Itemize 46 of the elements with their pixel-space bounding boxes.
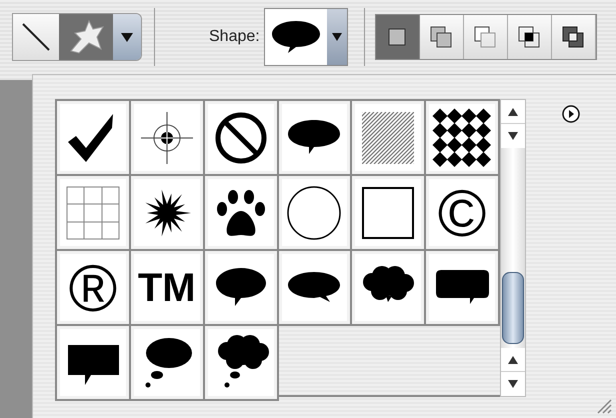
shape-swatch[interactable]: ® [57, 251, 129, 324]
speech-bubble-icon [270, 19, 322, 55]
blob-shape-icon [67, 19, 105, 55]
play-circle-icon[interactable] [562, 105, 580, 123]
shape-swatch[interactable]: © [426, 176, 498, 249]
shape-swatch[interactable] [278, 176, 350, 249]
shape-swatch[interactable] [204, 326, 276, 399]
shape-swatch[interactable] [352, 251, 424, 324]
up-arrow-icon[interactable] [508, 108, 518, 116]
area-mode-button[interactable] [508, 15, 552, 59]
shape-swatch[interactable] [278, 101, 350, 174]
shape-swatch[interactable] [130, 176, 203, 249]
area-mode-button[interactable] [376, 15, 420, 59]
up-arrow-icon[interactable] [508, 356, 518, 364]
exclude-area-icon [560, 24, 586, 50]
shape-swatch[interactable] [278, 251, 350, 324]
shape-picker[interactable] [264, 8, 348, 66]
shape-swatch[interactable] [426, 101, 498, 174]
add-area-icon [428, 24, 454, 50]
shape-swatch[interactable] [57, 176, 129, 249]
shape-swatch[interactable] [57, 326, 129, 399]
shape-swatch[interactable] [130, 101, 203, 174]
shape-swatch[interactable] [204, 101, 276, 174]
shape-swatch[interactable] [204, 176, 276, 249]
shape-swatch[interactable] [204, 251, 276, 324]
shape-swatch[interactable] [57, 101, 129, 174]
shape-swatch[interactable] [426, 251, 498, 324]
shape-swatch[interactable]: TM [130, 251, 203, 324]
caret-icon [121, 32, 133, 42]
subtract-area-icon [472, 24, 498, 50]
intersect-area-icon [516, 24, 542, 50]
tool-dropdown-button[interactable] [113, 14, 141, 60]
shape-swatch[interactable] [130, 326, 203, 399]
diamond-pattern-icon [432, 108, 492, 168]
down-arrow-icon[interactable] [508, 380, 518, 388]
caret-icon [332, 33, 342, 41]
down-arrow-icon[interactable] [508, 132, 518, 140]
scroll-bar[interactable] [500, 99, 526, 397]
shape-swatch[interactable] [352, 101, 424, 174]
line-icon [20, 21, 52, 53]
scroll-thumb[interactable] [502, 272, 524, 344]
shape-swatch[interactable] [352, 176, 424, 249]
area-mode-button[interactable] [552, 15, 596, 59]
area-mode-button[interactable] [420, 15, 464, 59]
shape-label: Shape: [209, 27, 260, 47]
tool-button[interactable] [13, 14, 59, 60]
